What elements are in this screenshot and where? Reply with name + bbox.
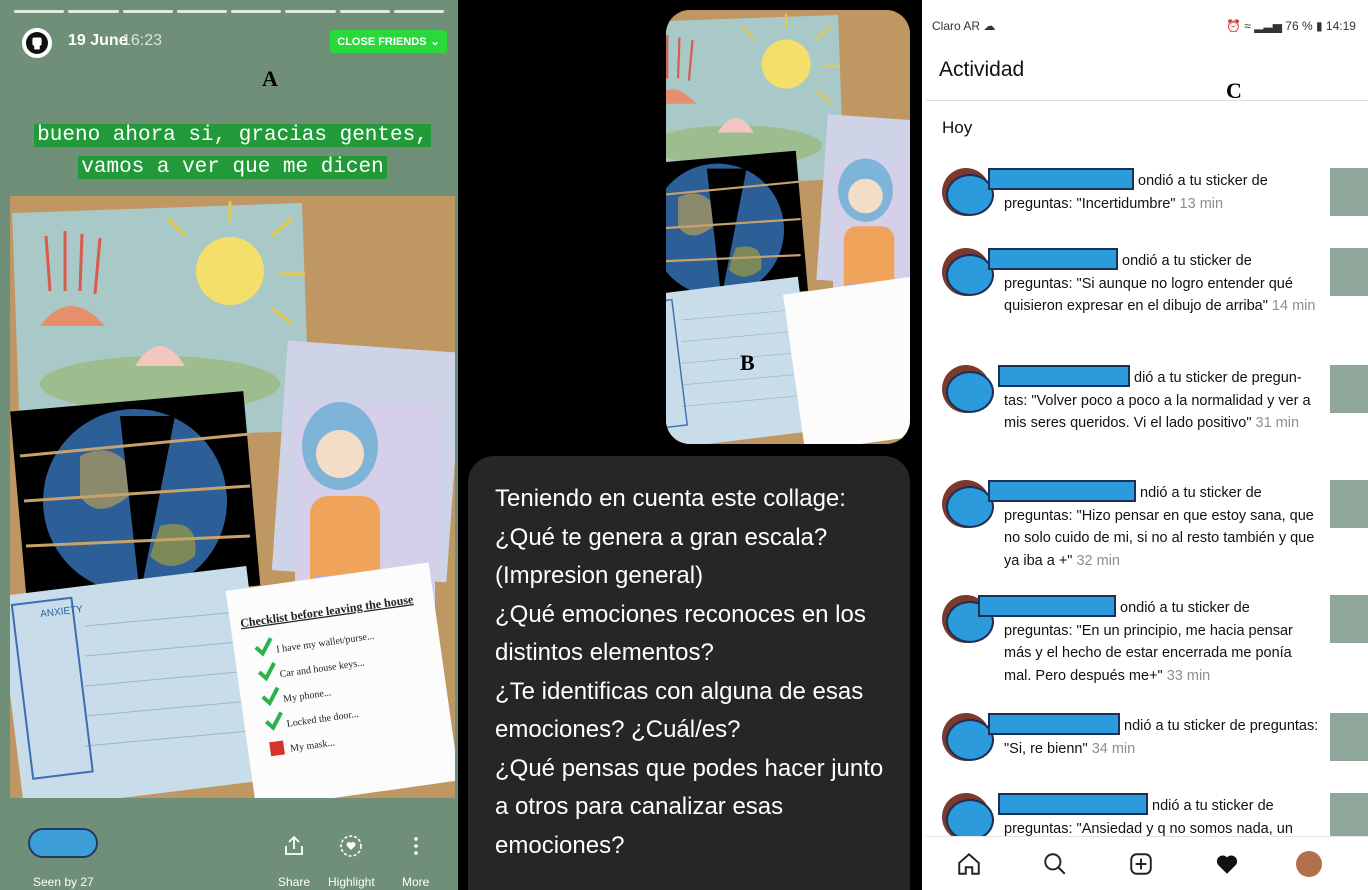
notification-text: ondió a tu sticker de preguntas: "Incert…: [1004, 170, 1322, 215]
list-item[interactable]: dió a tu sticker de pregun-tas: "Volver …: [942, 365, 1368, 455]
story-thumbnail[interactable]: [1330, 595, 1368, 643]
question-panel: B Teniendo en cuenta este collage: ¿Qué …: [458, 0, 922, 890]
heart-icon[interactable]: [1214, 851, 1240, 877]
list-item[interactable]: ndió a tu sticker de preguntas: "Si, re …: [942, 713, 1368, 773]
question-line: a otros para canalizar esas: [495, 793, 784, 820]
cloud-icon: ☁: [983, 19, 996, 33]
carrier-label: Claro AR ☁: [932, 19, 996, 33]
panel-label-b: B: [740, 350, 755, 375]
panel-label-a: A: [262, 66, 278, 91]
question-line: ¿Te identificas con alguna de esas: [495, 677, 864, 705]
notification-time: 14 min: [1271, 298, 1316, 314]
battery-icon: ▮: [1315, 19, 1323, 33]
share-icon: [285, 835, 303, 855]
more-vertical-icon: [413, 837, 418, 855]
question-line: Teniendo en cuenta este collage:: [495, 485, 846, 512]
wifi-icon: ≈: [1244, 19, 1251, 33]
more-label: More: [402, 875, 430, 889]
question-line: ¿Qué emociones reconoces en los: [495, 600, 866, 628]
list-item[interactable]: ondió a tu sticker de preguntas: "Incert…: [942, 168, 1368, 228]
notification-time: 33 min: [1166, 667, 1211, 684]
notification-text: ndió a tu sticker de preguntas: "Ansieda…: [1004, 795, 1322, 840]
collage-thumbnail: [666, 10, 910, 444]
story-caption: bueno ahora si, gracias gentes, vamos a …: [10, 120, 455, 184]
notification-text: ndió a tu sticker de preguntas: "Si, re …: [1004, 715, 1322, 760]
question-line: ¿Qué pensas que podes hacer junto: [495, 754, 884, 782]
list-item[interactable]: ondió a tu sticker de preguntas: "En un …: [942, 595, 1368, 685]
bottom-nav: [926, 836, 1368, 890]
clock: 14:19: [1325, 19, 1356, 33]
question-line: ¿Qué te genera a gran escala?: [495, 523, 828, 551]
alarm-icon: ⏰: [1226, 19, 1241, 33]
notification-text: ondió a tu sticker de preguntas: "Si aun…: [1004, 250, 1322, 318]
battery-percent: 76 %: [1285, 19, 1313, 33]
caption-line-1: bueno ahora si, gracias gentes,: [34, 124, 431, 147]
story-date: 19 June: [68, 32, 128, 49]
notification-message: ndió a tu sticker de preguntas: "Hizo pe…: [1004, 485, 1315, 569]
notification-message: ondió a tu sticker de preguntas: "En un …: [1004, 600, 1293, 684]
signal-icon: ▂▃▅: [1254, 19, 1282, 33]
redaction: [946, 174, 994, 216]
notification-time: 34 min: [1091, 740, 1136, 757]
story-thumbnail[interactable]: [1330, 365, 1368, 413]
story-panel: 19 June 16:23 CLOSE FRIENDS ⌄ A bueno ah…: [0, 0, 458, 890]
notification-time: 32 min: [1076, 552, 1120, 569]
close-friends-label: CLOSE FRIENDS: [337, 35, 427, 48]
story-thumbnail[interactable]: [1330, 248, 1368, 296]
notification-text: dió a tu sticker de pregun-tas: "Volver …: [1004, 367, 1322, 435]
more-button[interactable]: More: [402, 834, 429, 889]
notification-message: ndió a tu sticker de preguntas: "Si, re …: [1004, 718, 1319, 757]
notification-text: ondió a tu sticker de preguntas: "En un …: [1004, 597, 1322, 687]
redaction: [946, 254, 994, 296]
add-icon[interactable]: [1128, 851, 1154, 877]
story-avatar[interactable]: [22, 28, 52, 58]
highlight-heart-icon: [340, 835, 363, 857]
question-line: distintos elementos?: [495, 639, 714, 666]
viewer-avatar-redacted: [28, 828, 98, 858]
chevron-down-icon: ⌄: [430, 36, 440, 48]
collage-image: Checklist before leaving the house I hav…: [10, 196, 455, 798]
notification-message: ondió a tu sticker de preguntas: "Si aun…: [1004, 253, 1293, 314]
story-thumbnail[interactable]: [1330, 168, 1368, 216]
notification-message: ndió a tu sticker de preguntas: "Ansieda…: [1004, 798, 1293, 837]
story-thumbnail[interactable]: [1330, 480, 1368, 528]
page-title: Actividad: [939, 58, 1025, 81]
question-line: emociones?: [495, 831, 625, 859]
fist-icon: [26, 32, 48, 54]
section-heading-today: Hoy: [942, 118, 973, 137]
divider: [926, 100, 1368, 101]
story-thumbnail[interactable]: [1330, 713, 1368, 761]
cross-icon: [269, 740, 285, 757]
close-friends-button[interactable]: CLOSE FRIENDS ⌄: [330, 30, 447, 53]
notification-message: ondió a tu sticker de preguntas: "Incert…: [1004, 173, 1268, 212]
status-bar: Claro AR ☁ ⏰ ≈ ▂▃▅ 76 % ▮ 14:19: [926, 10, 1368, 38]
story-footer: Seen by 27 Share Highlight More: [0, 820, 458, 890]
status-icons: ⏰ ≈ ▂▃▅ 76 % ▮ 14:19: [1226, 19, 1356, 33]
redaction: [946, 719, 994, 761]
highlight-label: Highlight: [328, 875, 375, 889]
redaction: [946, 486, 994, 528]
list-item[interactable]: ndió a tu sticker de preguntas: "Hizo pe…: [942, 480, 1368, 570]
story-progress-bars: [14, 10, 444, 13]
notification-time: 13 min: [1179, 195, 1224, 212]
redaction: [946, 799, 994, 841]
caption-line-2: vamos a ver que me dicen: [78, 156, 387, 179]
activity-panel: Claro AR ☁ ⏰ ≈ ▂▃▅ 76 % ▮ 14:19 Activida…: [926, 10, 1368, 890]
share-label: Share: [278, 875, 311, 889]
question-line: (Impresion general): [495, 562, 704, 589]
seen-by-label[interactable]: Seen by 27: [33, 875, 94, 889]
story-time: 16:23: [122, 32, 163, 49]
highlight-button[interactable]: Highlight: [328, 834, 375, 889]
story-thumbnail[interactable]: [1330, 793, 1368, 841]
question-line: emociones? ¿Cuál/es?: [495, 716, 741, 743]
search-icon[interactable]: [1042, 851, 1068, 877]
profile-icon[interactable]: [1296, 851, 1322, 877]
question-text-box: Teniendo en cuenta este collage: ¿Qué te…: [468, 456, 910, 890]
list-item[interactable]: ondió a tu sticker de preguntas: "Si aun…: [942, 248, 1368, 338]
redaction: [946, 371, 994, 413]
home-icon[interactable]: [956, 851, 982, 877]
notification-time: 31 min: [1255, 415, 1300, 431]
notification-text: ndió a tu sticker de preguntas: "Hizo pe…: [1004, 482, 1322, 572]
share-button[interactable]: Share: [278, 834, 310, 889]
